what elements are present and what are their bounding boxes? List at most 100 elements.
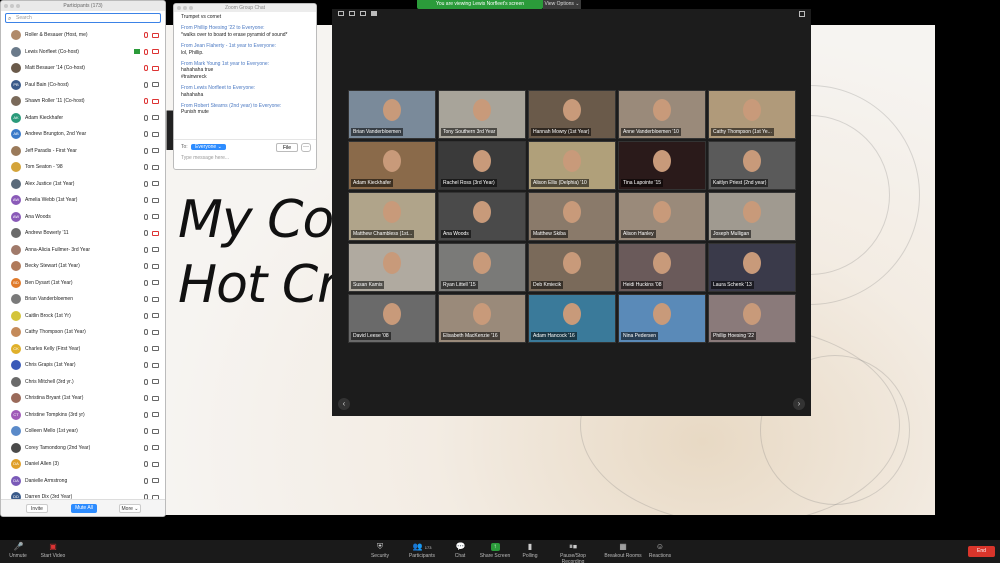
microphone-icon[interactable] — [144, 461, 148, 467]
video-tile[interactable]: Adam Hancock '16 — [528, 294, 616, 343]
participant-row[interactable]: AW Ana Woods — [1, 209, 165, 226]
video-tile[interactable]: Ana Woods — [438, 192, 526, 241]
participant-row[interactable]: Matt Besauer '14 (Co-host) — [1, 60, 165, 77]
more-button[interactable]: More ⌄ — [119, 504, 141, 513]
video-tile[interactable]: Adam Kieckhafer — [348, 141, 436, 190]
participant-row[interactable]: Tom Seaton - '98 — [1, 159, 165, 176]
participant-row[interactable]: AB Andrew Brungton, 2nd Year — [1, 126, 165, 143]
microphone-icon[interactable] — [144, 444, 148, 451]
participants-button[interactable]: 👥 173 Participants — [405, 543, 439, 560]
start-video-button[interactable]: ▣ Start Video — [38, 543, 68, 560]
video-tile[interactable]: Tina Lapointe '15 — [618, 141, 706, 190]
microphone-icon[interactable] — [144, 477, 148, 484]
participant-row[interactable]: Colleen Mello (1st year) — [1, 423, 165, 440]
video-tile[interactable]: Heidi Huckins '08 — [618, 243, 706, 292]
close-window-icon[interactable] — [177, 6, 181, 10]
close-window-icon[interactable] — [4, 4, 8, 8]
participants-search-input[interactable]: ⌕ Search — [5, 13, 161, 23]
participant-row[interactable]: Chris Mitchell (3rd yr.) — [1, 374, 165, 391]
minimize-window-icon[interactable] — [10, 4, 14, 8]
participant-row[interactable]: Shawn Roller '11 (Co-host) — [1, 93, 165, 110]
microphone-icon[interactable] — [144, 329, 148, 335]
microphone-icon[interactable] — [144, 362, 148, 368]
participant-row[interactable]: Lewis Norfleet (Co-host) — [1, 44, 165, 61]
recipient-dropdown[interactable]: Everyone ⌄ — [191, 144, 226, 150]
microphone-icon[interactable] — [144, 345, 148, 352]
microphone-icon[interactable] — [144, 114, 148, 121]
participant-row[interactable]: Caitlin Brock (1st Yr) — [1, 308, 165, 325]
microphone-icon[interactable] — [144, 131, 148, 137]
minimize-window-icon[interactable] — [183, 6, 187, 10]
video-tile[interactable]: Matthew Chambless (1st... — [348, 192, 436, 241]
reactions-button[interactable]: ☺ Reactions — [648, 543, 672, 560]
video-tile[interactable]: Kaitlyn Priest (2nd year) — [708, 141, 796, 190]
video-tile[interactable]: Deb Kmiecik — [528, 243, 616, 292]
video-tile[interactable]: Nina Pedersen — [618, 294, 706, 343]
microphone-icon[interactable] — [144, 428, 148, 434]
participant-row[interactable]: AW Amelia Webb (1st Year) — [1, 192, 165, 209]
end-meeting-button[interactable]: End — [968, 546, 995, 557]
video-tile[interactable]: Tony Southern 3rd Year — [438, 90, 526, 139]
zoom-window-icon[interactable] — [16, 4, 20, 8]
microphone-icon[interactable] — [144, 263, 148, 269]
microphone-icon[interactable] — [144, 81, 148, 88]
layout-icon[interactable] — [338, 11, 344, 16]
participant-row[interactable]: Jeff Paradis - First Year — [1, 143, 165, 160]
participant-row[interactable]: AK Adam Kieckhafer — [1, 110, 165, 127]
microphone-icon[interactable] — [144, 164, 148, 170]
microphone-icon[interactable] — [144, 147, 148, 154]
participant-row[interactable]: Roller & Besauer (Host, me) — [1, 27, 165, 44]
participant-row[interactable]: CT Christine Tompkins (3rd yr) — [1, 407, 165, 424]
microphone-muted-icon[interactable] — [144, 65, 148, 71]
video-tile[interactable]: Matthew Skiba — [528, 192, 616, 241]
video-tile[interactable]: Phillip Hoesing '22 — [708, 294, 796, 343]
microphone-icon[interactable] — [144, 395, 148, 401]
participant-row[interactable]: CK Charles Kelly (First Year) — [1, 341, 165, 358]
microphone-icon[interactable] — [144, 197, 148, 203]
microphone-icon[interactable] — [144, 246, 148, 253]
grid-icon[interactable] — [371, 11, 377, 16]
participant-row[interactable]: DA Danielle Armstrong — [1, 473, 165, 490]
security-button[interactable]: ⛨ Security — [368, 543, 392, 560]
participant-row[interactable]: Christina Bryant (1st Year) — [1, 390, 165, 407]
microphone-icon[interactable] — [144, 378, 148, 385]
chat-button[interactable]: 💬 Chat — [452, 543, 468, 560]
video-tile[interactable]: David Leese '08 — [348, 294, 436, 343]
chat-message-input[interactable]: Type message here... — [181, 155, 309, 161]
video-tile[interactable]: Elisabeth MacKenzie '16 — [438, 294, 526, 343]
participant-row[interactable]: Becky Stewart (1st Year) — [1, 258, 165, 275]
file-button[interactable]: File — [276, 143, 298, 152]
video-tile[interactable]: Alison Ellis (Delphia) '10 — [528, 141, 616, 190]
share-screen-button[interactable]: ↑ Share Screen — [479, 543, 511, 559]
participant-row[interactable]: Andrew Bowerly '11 — [1, 225, 165, 242]
video-tile[interactable]: Cathy Thompson (1st Ye... — [708, 90, 796, 139]
polling-button[interactable]: ▮ Polling — [519, 543, 541, 560]
microphone-icon[interactable] — [144, 213, 148, 220]
video-tile[interactable]: Rachel Ross (3rd Year) — [438, 141, 526, 190]
video-tile[interactable]: Laura Schenk '13 — [708, 243, 796, 292]
video-tile[interactable]: Joseph Mulligan — [708, 192, 796, 241]
microphone-muted-icon[interactable] — [144, 48, 148, 55]
chat-more-button[interactable]: ··· — [301, 143, 311, 152]
microphone-icon[interactable] — [144, 180, 148, 187]
microphone-muted-icon[interactable] — [144, 98, 148, 104]
participant-row[interactable]: PB Paul Bain (Co-host) — [1, 77, 165, 94]
breakout-rooms-button[interactable]: ▦ Breakout Rooms — [604, 543, 642, 560]
microphone-icon[interactable] — [144, 312, 148, 319]
layout-icon[interactable] — [360, 11, 366, 16]
layout-icon[interactable] — [349, 11, 355, 16]
unmute-button[interactable]: 🎤 Unmute — [6, 543, 30, 560]
previous-page-icon[interactable]: ‹ — [338, 398, 350, 410]
microphone-icon[interactable] — [144, 279, 148, 286]
video-tile[interactable]: Alison Hanley — [618, 192, 706, 241]
participant-row[interactable]: Cathy Thompson (1st Year) — [1, 324, 165, 341]
video-tile[interactable]: Ryan Littell '15 — [438, 243, 526, 292]
recording-button[interactable]: ⏸⏹ Pause/Stop Recording — [548, 543, 598, 563]
fullscreen-icon[interactable] — [799, 11, 805, 17]
microphone-icon[interactable] — [144, 230, 148, 236]
participant-row[interactable]: BD Ben Dysart (1st Year) — [1, 275, 165, 292]
video-tile[interactable]: Anne Vanderbloemen '10 — [618, 90, 706, 139]
participant-row[interactable]: Chris Grapis (1st Year) — [1, 357, 165, 374]
participant-row[interactable]: DA Daniel Allen (3) — [1, 456, 165, 473]
mute-all-button[interactable]: Mute All — [71, 504, 97, 513]
